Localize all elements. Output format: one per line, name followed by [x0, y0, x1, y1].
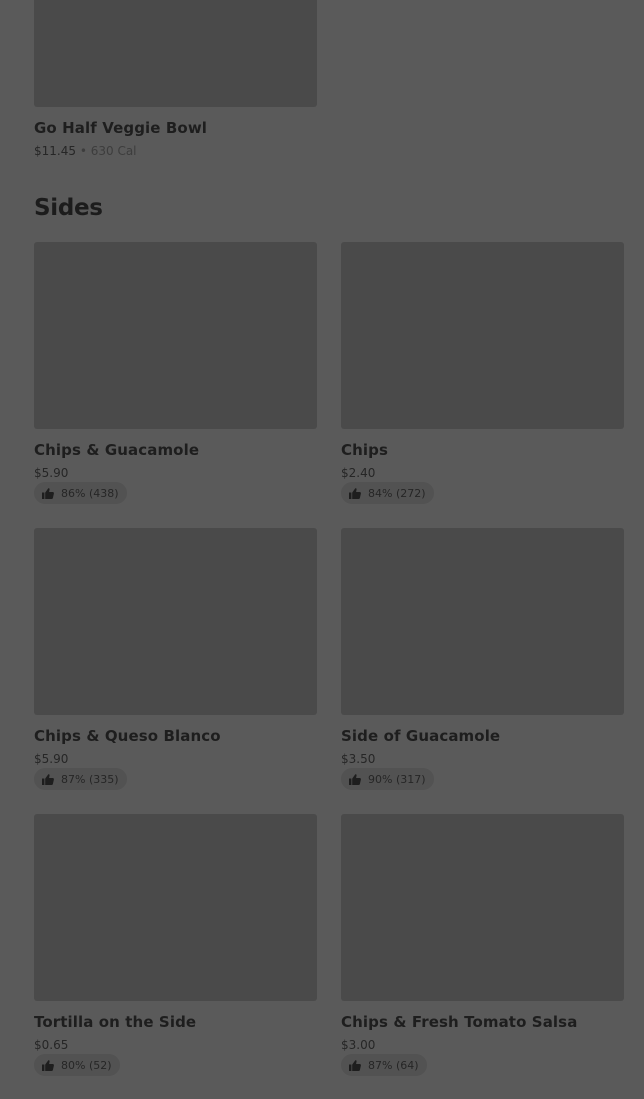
menu-item-image[interactable] [34, 528, 317, 715]
menu-item-price: $2.40 [341, 466, 376, 480]
section-title-sides: Sides [34, 195, 103, 221]
menu-item-image[interactable] [341, 242, 624, 429]
menu-item-image[interactable] [341, 814, 624, 1001]
menu-item-name: Tortilla on the Side [34, 1013, 197, 1031]
thumbs-up-icon [349, 487, 361, 499]
menu-item-price: $3.50 [341, 752, 376, 766]
thumbs-up-icon [42, 487, 54, 499]
rating-badge: 86% (438) [34, 482, 127, 504]
meta-separator: • [79, 144, 87, 158]
rating-text: 86% (438) [61, 486, 119, 500]
thumbs-up-icon [349, 1059, 361, 1071]
menu-item-price: $5.90 [34, 752, 69, 766]
rating-badge: 90% (317) [341, 768, 434, 790]
menu-item-name: Chips [341, 441, 388, 459]
menu-item-image[interactable] [34, 242, 317, 429]
rating-text: 87% (335) [61, 772, 119, 786]
thumbs-up-icon [42, 1059, 54, 1071]
menu-item-image[interactable] [34, 0, 317, 107]
menu-item-price: $0.65 [34, 1038, 69, 1052]
menu-item-image[interactable] [341, 528, 624, 715]
menu-item-name: Chips & Queso Blanco [34, 727, 221, 745]
menu-item-name: Chips & Guacamole [34, 441, 200, 459]
thumbs-up-icon [349, 773, 361, 785]
thumbs-up-icon [42, 773, 54, 785]
menu-item-price: $5.90 [34, 466, 69, 480]
rating-text: 90% (317) [368, 772, 426, 786]
rating-text: 80% (52) [61, 1058, 112, 1072]
rating-badge: 84% (272) [341, 482, 434, 504]
menu-item-image[interactable] [34, 814, 317, 1001]
menu-item-name: Go Half Veggie Bowl [34, 119, 208, 137]
menu-item-name: Chips & Fresh Tomato Salsa [341, 1013, 578, 1031]
menu-item-price: $11.45 [34, 144, 76, 158]
menu-item-name: Side of Guacamole [341, 727, 501, 745]
rating-badge: 80% (52) [34, 1054, 120, 1076]
rating-badge: 87% (335) [34, 768, 127, 790]
menu-item-calories: 630 Cal [90, 144, 137, 158]
menu-item-meta: $11.45 • 630 Cal [34, 144, 137, 158]
rating-badge: 87% (64) [341, 1054, 427, 1076]
menu-page: Go Half Veggie Bowl $11.45 • 630 Cal Sid… [0, 0, 644, 1099]
rating-text: 87% (64) [368, 1058, 419, 1072]
rating-text: 84% (272) [368, 486, 426, 500]
menu-item-price: $3.00 [341, 1038, 376, 1052]
